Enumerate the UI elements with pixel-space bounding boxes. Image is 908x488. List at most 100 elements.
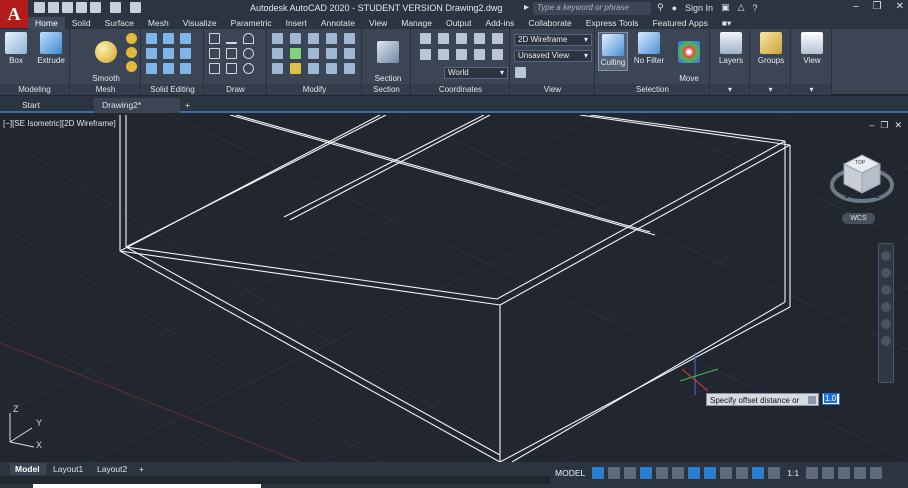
ucs-dropdown[interactable]: World ▾ <box>444 67 508 79</box>
steering-wheel-icon[interactable] <box>881 251 891 261</box>
3d-align-icon[interactable] <box>290 48 301 59</box>
saved-view-dropdown[interactable]: Unsaved View ▾ <box>514 50 592 62</box>
line-icon[interactable] <box>226 33 237 44</box>
explode-icon[interactable] <box>344 48 355 59</box>
tab-surface[interactable]: Surface <box>98 17 141 29</box>
autodesk-a360-icon[interactable]: △ <box>738 2 745 13</box>
add-layout-button[interactable]: + <box>134 463 148 475</box>
trim-icon[interactable] <box>344 33 355 44</box>
app-menu-button[interactable]: A <box>0 0 28 28</box>
ribbon-options-icon[interactable]: ■▾ <box>715 17 738 29</box>
ucs-y-icon[interactable] <box>492 49 503 60</box>
visual-style-dropdown[interactable]: 2D Wireframe ▾ <box>514 34 592 46</box>
slice-icon[interactable] <box>146 48 157 59</box>
ellipse-icon[interactable] <box>243 63 254 74</box>
layout2-tab[interactable]: Layout2 <box>92 463 132 475</box>
polyline-icon[interactable] <box>209 33 220 44</box>
subtract-icon[interactable] <box>163 33 174 44</box>
circle-icon[interactable] <box>243 48 254 59</box>
search-expand-icon[interactable]: ▸ <box>524 2 529 13</box>
lineweight-icon[interactable] <box>704 467 717 479</box>
groups-panel-expand[interactable]: ▾ <box>751 84 790 95</box>
model-tab[interactable]: Model <box>10 463 46 475</box>
polar-icon[interactable] <box>640 467 653 479</box>
undo-icon[interactable] <box>110 2 121 13</box>
fillet-icon[interactable] <box>326 48 337 59</box>
isolate-objects-icon[interactable] <box>838 467 851 479</box>
new-icon[interactable] <box>48 2 59 13</box>
ucs-icon[interactable] <box>420 33 431 44</box>
spline-icon[interactable] <box>209 48 220 59</box>
object-snap-tracking-icon[interactable] <box>672 467 685 479</box>
auto-scale-icon[interactable] <box>768 467 781 479</box>
pan-icon[interactable] <box>881 268 891 278</box>
view-panel-expand[interactable]: ▾ <box>792 84 831 95</box>
clean-screen-icon[interactable] <box>854 467 867 479</box>
customization-menu-icon[interactable] <box>870 467 883 479</box>
extrude-button[interactable]: Extrude <box>36 32 66 65</box>
move-icon[interactable] <box>308 33 319 44</box>
smooth-object-button[interactable]: Smooth Object <box>89 32 123 92</box>
vp-close-icon[interactable]: ✕ <box>894 120 902 131</box>
align-icon[interactable] <box>272 33 283 44</box>
tab-parametric[interactable]: Parametric <box>224 17 279 29</box>
vp-minimize-icon[interactable]: – <box>869 120 874 131</box>
annotation-scale[interactable]: 1:1 <box>784 468 802 478</box>
modify-panel-label[interactable]: Modify <box>268 84 361 95</box>
fillet-edge-icon[interactable] <box>180 63 191 74</box>
prompt-options-icon[interactable] <box>808 396 816 404</box>
ucs-3point-icon[interactable] <box>474 33 485 44</box>
showmotion-icon[interactable] <box>881 319 891 329</box>
shell-icon[interactable] <box>146 63 157 74</box>
snap-icon[interactable] <box>608 467 621 479</box>
3d-scale-icon[interactable] <box>290 63 301 74</box>
ucs-view-icon[interactable] <box>456 49 467 60</box>
save-as-icon[interactable] <box>76 2 87 13</box>
tab-add-ins[interactable]: Add-ins <box>478 17 521 29</box>
3d-move-icon[interactable] <box>290 33 301 44</box>
ucs-z-axis-icon[interactable] <box>474 49 485 60</box>
search-input[interactable]: Type a keyword or phrase <box>533 2 651 15</box>
workspace-gear-icon[interactable] <box>806 467 819 479</box>
ucs-origin-icon[interactable] <box>456 33 467 44</box>
zoom-icon[interactable] <box>881 285 891 295</box>
culling-button[interactable]: Culling <box>598 32 628 71</box>
stretch-icon[interactable] <box>308 48 319 59</box>
help-icon[interactable]: ? <box>753 3 758 13</box>
redo-icon[interactable] <box>130 2 141 13</box>
groups-button[interactable]: Groups <box>755 32 787 65</box>
tab-manage[interactable]: Manage <box>394 17 439 29</box>
modeling-panel-label[interactable]: Modeling <box>0 84 69 95</box>
plus-icon[interactable] <box>822 467 835 479</box>
viewcube[interactable]: TOP S E <box>830 153 894 213</box>
ucs-object-icon[interactable] <box>420 49 431 60</box>
ortho-icon[interactable] <box>624 467 637 479</box>
tab-output[interactable]: Output <box>439 17 479 29</box>
union-icon[interactable] <box>146 33 157 44</box>
view-button[interactable]: View <box>796 32 828 65</box>
3d-mirror-icon[interactable] <box>272 63 283 74</box>
extract-edges-icon[interactable] <box>180 48 191 59</box>
arc-icon[interactable] <box>243 33 254 44</box>
mesh-panel-label[interactable]: Mesh <box>71 84 140 95</box>
tab-visualize[interactable]: Visualize <box>176 17 224 29</box>
tab-collaborate[interactable]: Collaborate <box>521 17 578 29</box>
drawing-viewport[interactable]: [−][SE Isometric][2D Wireframe] – ❐ ✕ TO… <box>0 115 908 462</box>
layers-button[interactable]: Layers <box>715 32 747 65</box>
isodraft-icon[interactable] <box>656 467 669 479</box>
restore-icon[interactable]: ❐ <box>873 1 882 12</box>
draw-panel-label[interactable]: Draw <box>205 84 266 95</box>
copy-icon[interactable] <box>326 33 337 44</box>
orbit-icon[interactable] <box>881 302 891 312</box>
tab-express-tools[interactable]: Express Tools <box>579 17 646 29</box>
cart-icon[interactable]: ▣ <box>721 2 730 13</box>
construction-line-icon[interactable] <box>226 48 237 59</box>
transparency-icon[interactable] <box>720 467 733 479</box>
ucs-face-icon[interactable] <box>438 49 449 60</box>
selection-cycling-icon[interactable] <box>736 467 749 479</box>
tab-insert[interactable]: Insert <box>279 17 314 29</box>
start-tab[interactable]: Start <box>14 98 92 113</box>
erase-icon[interactable] <box>326 63 337 74</box>
layout1-tab[interactable]: Layout1 <box>48 463 88 475</box>
drawing2-tab[interactable]: Drawing2* <box>94 98 180 113</box>
